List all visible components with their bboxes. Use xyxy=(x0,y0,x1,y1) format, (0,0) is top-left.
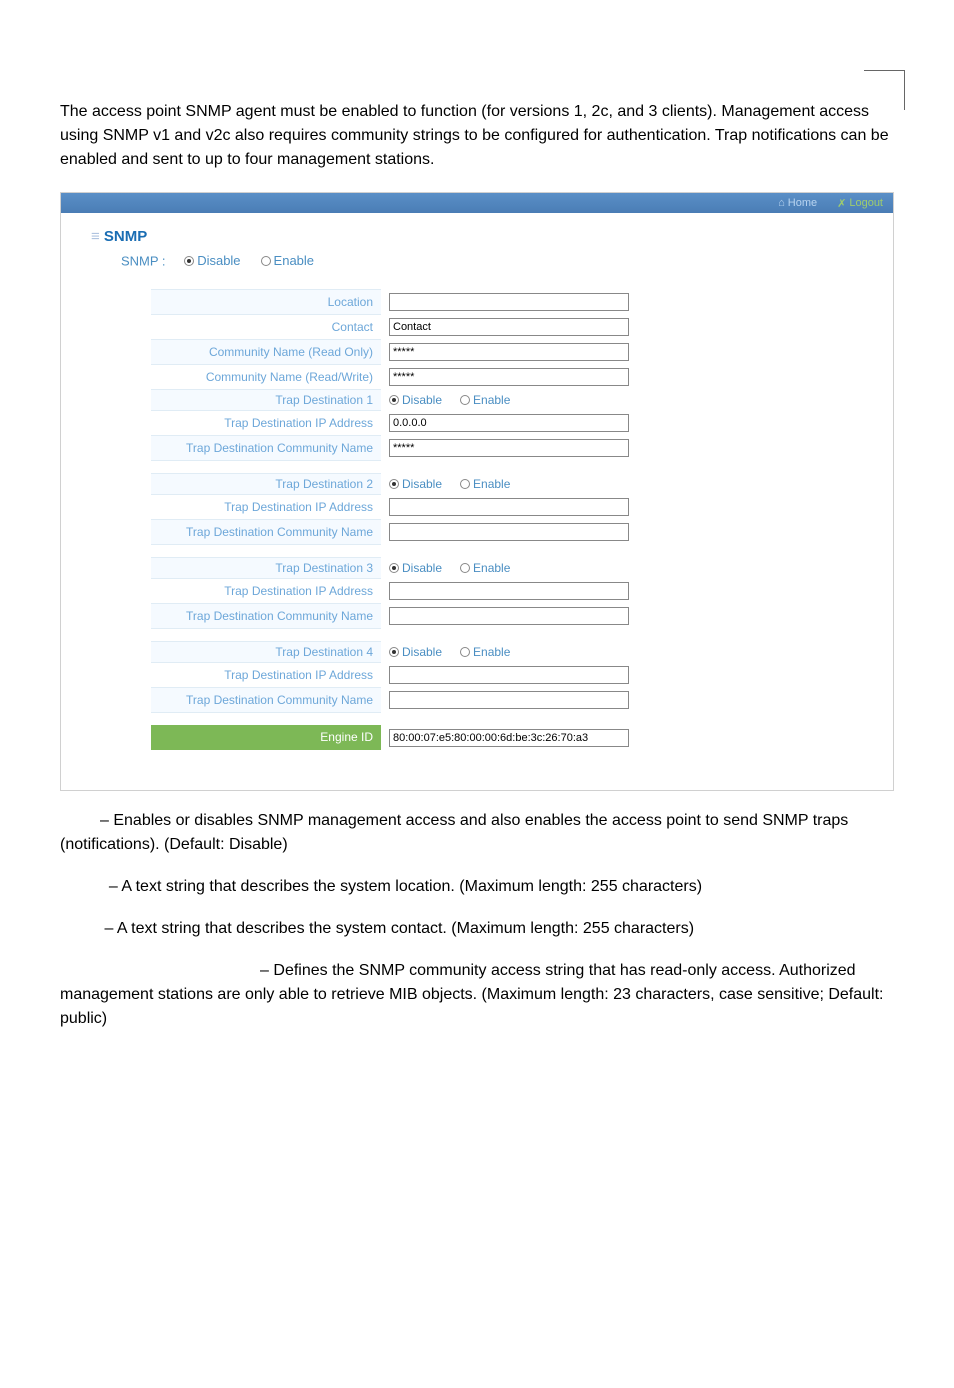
radio-icon xyxy=(389,563,399,573)
intro-paragraph: The access point SNMP agent must be enab… xyxy=(60,100,894,172)
desc-location: – A text string that describes the syste… xyxy=(60,875,894,899)
trap3-enable-radio[interactable]: Enable xyxy=(460,561,510,575)
snmp-enable-radio[interactable]: Enable xyxy=(261,253,314,268)
radio-icon xyxy=(460,563,470,573)
home-link[interactable]: ⌂ Home xyxy=(778,197,817,209)
trap4-ip-label: Trap Destination IP Address xyxy=(151,662,381,687)
desc-comm-ro: – Defines the SNMP community access stri… xyxy=(60,959,894,1031)
section-title: SNMP xyxy=(91,228,863,245)
trap3-ip-label: Trap Destination IP Address xyxy=(151,578,381,603)
home-icon: ⌂ xyxy=(778,197,785,209)
panel-topbar: ⌂ Home ✗ Logout xyxy=(61,193,893,213)
radio-icon xyxy=(261,256,271,266)
trap2-ip-input[interactable] xyxy=(389,498,629,516)
trap1-comm-input[interactable] xyxy=(389,439,629,457)
form-table-2: Trap Destination 2 Disable Enable Trap D… xyxy=(151,473,651,545)
trap3-ip-input[interactable] xyxy=(389,582,629,600)
trap1-ip-input[interactable] xyxy=(389,414,629,432)
trap1-comm-label: Trap Destination Community Name xyxy=(151,435,381,460)
form-table-engine: Engine ID xyxy=(151,725,651,750)
form-table-3: Trap Destination 3 Disable Enable Trap D… xyxy=(151,557,651,629)
location-label: Location xyxy=(151,289,381,314)
trap3-label: Trap Destination 3 xyxy=(151,557,381,578)
radio-icon xyxy=(389,395,399,405)
trap1-disable-radio[interactable]: Disable xyxy=(389,393,442,407)
trap2-disable-radio[interactable]: Disable xyxy=(389,477,442,491)
form-area: Location Contact Community Name (Read On… xyxy=(151,289,863,750)
trap1-enable-radio[interactable]: Enable xyxy=(460,393,510,407)
snmp-panel: ⌂ Home ✗ Logout SNMP SNMP : Disable Enab… xyxy=(60,192,894,791)
trap2-comm-label: Trap Destination Community Name xyxy=(151,519,381,544)
trap4-label: Trap Destination 4 xyxy=(151,641,381,662)
trap2-comm-input[interactable] xyxy=(389,523,629,541)
desc-snmp: – Enables or disables SNMP management ac… xyxy=(60,809,894,857)
comm-ro-input[interactable] xyxy=(389,343,629,361)
trap2-ip-label: Trap Destination IP Address xyxy=(151,494,381,519)
trap2-label: Trap Destination 2 xyxy=(151,473,381,494)
trap4-enable-radio[interactable]: Enable xyxy=(460,645,510,659)
engine-id-label: Engine ID xyxy=(151,725,381,750)
radio-icon xyxy=(184,256,194,266)
trap1-label: Trap Destination 1 xyxy=(151,389,381,410)
trap4-comm-input[interactable] xyxy=(389,691,629,709)
trap4-comm-label: Trap Destination Community Name xyxy=(151,687,381,712)
trap2-enable-radio[interactable]: Enable xyxy=(460,477,510,491)
form-table-4: Trap Destination 4 Disable Enable Trap D… xyxy=(151,641,651,713)
radio-icon xyxy=(460,479,470,489)
comm-ro-label: Community Name (Read Only) xyxy=(151,339,381,364)
radio-icon xyxy=(389,479,399,489)
logout-icon: ✗ xyxy=(837,197,846,210)
contact-label: Contact xyxy=(151,314,381,339)
radio-icon xyxy=(389,647,399,657)
radio-icon xyxy=(460,395,470,405)
trap3-disable-radio[interactable]: Disable xyxy=(389,561,442,575)
trap3-comm-input[interactable] xyxy=(389,607,629,625)
trap1-ip-label: Trap Destination IP Address xyxy=(151,410,381,435)
trap3-comm-label: Trap Destination Community Name xyxy=(151,603,381,628)
comm-rw-label: Community Name (Read/Write) xyxy=(151,364,381,389)
form-table-1: Location Contact Community Name (Read On… xyxy=(151,289,651,461)
snmp-section: SNMP SNMP : Disable Enable Location Cont xyxy=(61,213,893,790)
trap4-disable-radio[interactable]: Disable xyxy=(389,645,442,659)
contact-input[interactable] xyxy=(389,318,629,336)
engine-id-input[interactable] xyxy=(389,729,629,747)
logout-link[interactable]: ✗ Logout xyxy=(837,197,883,210)
radio-icon xyxy=(460,647,470,657)
location-input[interactable] xyxy=(389,293,629,311)
snmp-disable-radio[interactable]: Disable xyxy=(184,253,240,268)
comm-rw-input[interactable] xyxy=(389,368,629,386)
desc-contact: – A text string that describes the syste… xyxy=(60,917,894,941)
crop-mark xyxy=(864,40,924,100)
snmp-enable-row: SNMP : Disable Enable xyxy=(121,253,863,269)
trap4-ip-input[interactable] xyxy=(389,666,629,684)
